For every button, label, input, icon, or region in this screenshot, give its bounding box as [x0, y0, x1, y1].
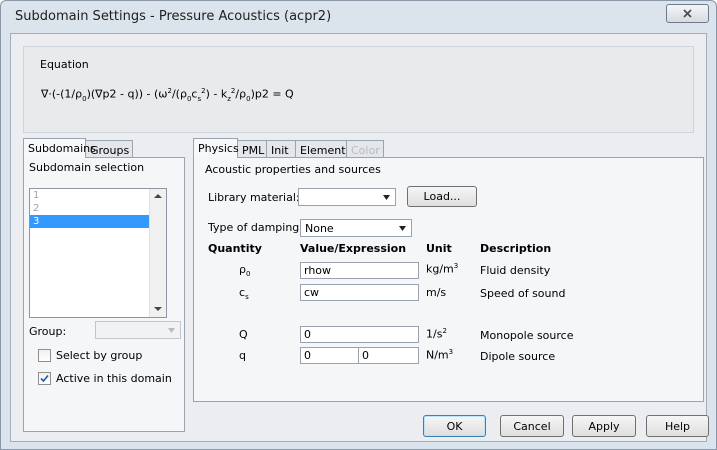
tab-pml[interactable]: PML — [237, 140, 267, 157]
unit-base: 1/s — [426, 327, 443, 341]
dialog-window: Subdomain Settings - Pressure Acoustics … — [0, 0, 717, 450]
subdomain-panel: Subdomain selection 1 2 3 Group: Select … — [23, 157, 185, 432]
rho-quantity: ρ0 — [239, 263, 250, 278]
unit-sup: 2 — [442, 327, 447, 335]
formula-part: )(∇p2 - q)) - (ω — [86, 87, 168, 101]
Q-quantity: Q — [239, 328, 248, 341]
formula-part: /ρ — [235, 87, 247, 101]
chevron-down-icon — [383, 195, 390, 200]
group-label: Group: — [29, 325, 67, 338]
formula-part: /(ρ — [171, 87, 187, 101]
subdomain-list[interactable]: 1 2 3 — [29, 188, 167, 318]
rho-description: Fluid density — [480, 264, 551, 277]
dialog-client-area: Equation ∇·(-(1/ρ0)(∇p2 - q)) - (ω2/(ρ0c… — [10, 33, 709, 442]
formula-part: ∇·(-(1/ρ — [41, 87, 83, 101]
list-scrollbar[interactable] — [149, 189, 166, 317]
unit-base: kg/m — [426, 262, 454, 276]
formula-part: )p2 = Q — [250, 87, 294, 101]
close-button[interactable] — [666, 4, 709, 23]
chevron-down-icon — [399, 226, 406, 231]
formula-part: ) - k — [205, 87, 228, 101]
unit-header: Unit — [426, 242, 452, 255]
checkmark-icon — [40, 374, 49, 383]
damping-type-value: None — [305, 222, 334, 235]
cs-quantity: cs — [239, 286, 249, 301]
unit-sup: 3 — [453, 262, 459, 270]
unit-sup: 3 — [448, 348, 454, 356]
cs-value-input[interactable]: cw — [300, 284, 419, 301]
window-title: Subdomain Settings - Pressure Acoustics … — [15, 9, 332, 24]
tab-subdomains[interactable]: Subdomains — [23, 138, 96, 158]
physics-panel: Acoustic properties and sources Library … — [193, 157, 704, 402]
library-material-combo[interactable] — [298, 188, 396, 206]
Q-description: Monopole source — [480, 329, 574, 342]
quantity-subscript: s — [245, 293, 249, 302]
load-button[interactable]: Load... — [407, 186, 477, 207]
active-in-domain-checkbox[interactable] — [38, 372, 51, 385]
quantity-symbol: ρ — [239, 263, 246, 276]
q-unit: N/m3 — [426, 348, 453, 362]
cancel-button[interactable]: Cancel — [500, 415, 564, 437]
scroll-down-icon[interactable] — [154, 306, 162, 312]
q-value-y-input[interactable]: 0 — [358, 347, 419, 364]
equation-formula: ∇·(-(1/ρ0)(∇p2 - q)) - (ω2/(ρ0cs2) - kz2… — [41, 87, 294, 103]
list-item-selected[interactable]: 3 — [30, 215, 149, 228]
chevron-down-icon — [168, 328, 175, 333]
q-description: Dipole source — [480, 350, 556, 363]
tab-element[interactable]: Element — [295, 140, 347, 157]
help-button[interactable]: Help — [646, 415, 709, 437]
q-quantity: q — [239, 349, 246, 362]
select-by-group-label: Select by group — [56, 349, 143, 362]
equation-group: Equation ∇·(-(1/ρ0)(∇p2 - q)) - (ω2/(ρ0c… — [23, 46, 694, 133]
acoustic-properties-heading: Acoustic properties and sources — [205, 163, 381, 176]
cs-description: Speed of sound — [480, 287, 566, 300]
unit-base: N/m — [426, 348, 449, 362]
Q-unit: 1/s2 — [426, 327, 447, 341]
formula-sub: s — [197, 94, 202, 103]
formula-sub: z — [227, 94, 231, 103]
active-in-domain-label: Active in this domain — [56, 372, 172, 385]
subdomain-selection-heading: Subdomain selection — [29, 161, 145, 174]
apply-button[interactable]: Apply — [572, 415, 636, 437]
equation-title: Equation — [40, 58, 89, 71]
quantity-header: Quantity — [208, 242, 262, 255]
Q-value-input[interactable]: 0 — [300, 326, 419, 343]
group-combo[interactable] — [95, 321, 181, 339]
scroll-up-icon[interactable] — [154, 193, 162, 199]
q-value-x-input[interactable]: 0 — [300, 347, 360, 364]
description-header: Description — [480, 242, 552, 255]
tab-physics[interactable]: Physics — [193, 138, 239, 158]
tab-color: Color — [346, 140, 384, 157]
value-header: Value/Expression — [300, 242, 407, 255]
select-by-group-checkbox[interactable] — [38, 349, 51, 362]
tab-init[interactable]: Init — [266, 140, 296, 157]
list-item[interactable]: 2 — [30, 202, 149, 215]
cs-unit: m/s — [426, 286, 447, 299]
damping-type-combo[interactable]: None — [300, 219, 412, 237]
damping-type-label: Type of damping — [208, 221, 300, 234]
list-item[interactable]: 1 — [30, 189, 149, 202]
rho-unit: kg/m3 — [426, 262, 458, 276]
rho-value-input[interactable]: rhow — [300, 262, 419, 279]
close-icon — [683, 9, 692, 18]
ok-button[interactable]: OK — [423, 415, 486, 437]
quantity-subscript: 0 — [245, 270, 251, 279]
title-bar[interactable]: Subdomain Settings - Pressure Acoustics … — [1, 1, 716, 33]
library-material-label: Library material: — [208, 191, 300, 204]
